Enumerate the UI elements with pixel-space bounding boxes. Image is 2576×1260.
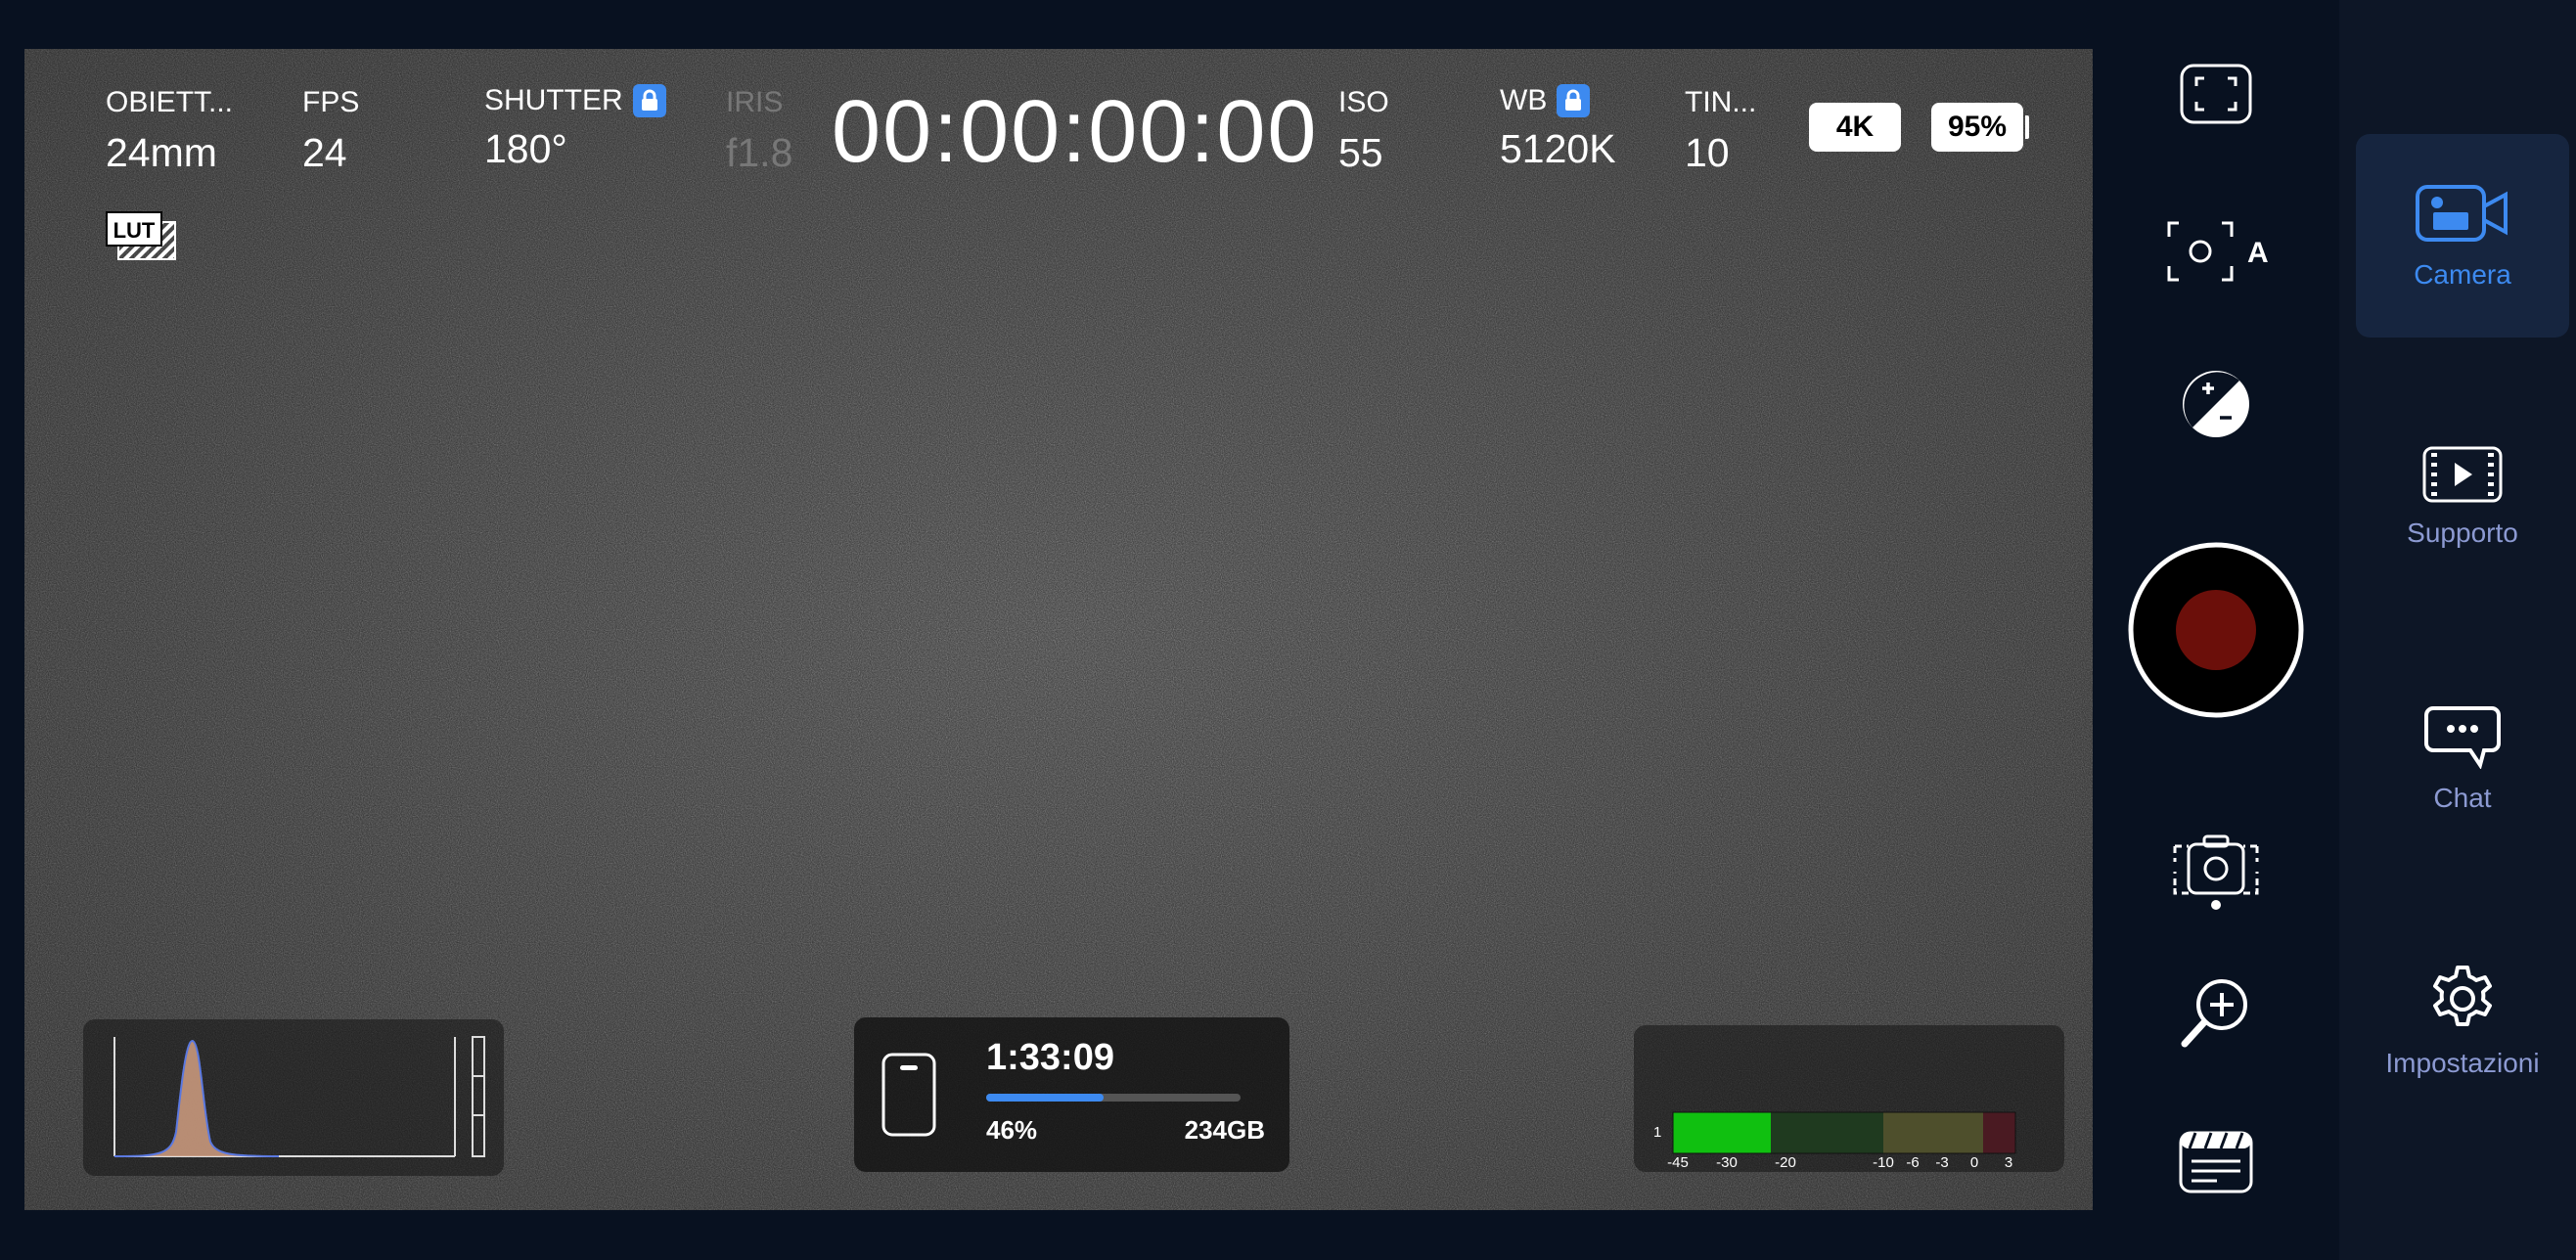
storage-panel[interactable]: 1:33:09 46% 234GB	[854, 1017, 1289, 1172]
wb-param[interactable]: WB 5120K	[1500, 84, 1616, 169]
camera-viewfinder[interactable]: OBIETT... 24mm FPS 24 SHUTTER 180° IRIS …	[24, 49, 2093, 1210]
clapperboard-button[interactable]	[2177, 1128, 2255, 1196]
storage-progress-bar	[986, 1094, 1241, 1102]
iso-value: 55	[1338, 130, 1383, 175]
chat-bubble-icon	[2424, 706, 2501, 769]
fps-param[interactable]: FPS 24	[302, 88, 359, 173]
lut-text: LUT	[113, 218, 156, 243]
fullscreen-button[interactable]	[2169, 59, 2263, 129]
iris-param[interactable]: IRIS f1.8	[726, 88, 792, 173]
audio-scale-tick: 0	[1970, 1154, 1978, 1171]
wb-value: 5120K	[1500, 126, 1616, 171]
zoom-in-icon	[2181, 979, 2247, 1048]
svg-text:A: A	[2247, 237, 2269, 269]
nav-item-camera[interactable]: Camera	[2356, 134, 2569, 338]
audio-scale-tick: -10	[1873, 1154, 1894, 1171]
auto-focus-button[interactable]: A	[2161, 215, 2279, 288]
audio-level-fill	[1673, 1112, 1771, 1153]
nav-label-supporto: Supporto	[2407, 518, 2518, 548]
clapperboard-icon	[2179, 1131, 2253, 1193]
nav-label-camera: Camera	[2414, 259, 2511, 290]
fps-value: 24	[302, 130, 347, 175]
audio-meter: 1 -45 -30 -20 -10 -6 -3 0 3	[1653, 1111, 2016, 1171]
audio-channel-label: 1	[1653, 1124, 1661, 1141]
audio-scale-tick: -3	[1935, 1154, 1948, 1171]
remaining-record-time: 1:33:09	[986, 1037, 1114, 1078]
timecode-display: 00:00:00:00	[832, 83, 1319, 181]
audio-zone-clip	[1983, 1112, 2015, 1153]
nav-item-supporto[interactable]: Supporto	[2356, 395, 2569, 599]
audio-scale-tick: -30	[1716, 1154, 1738, 1171]
iris-label: IRIS	[726, 86, 784, 118]
tint-label: TIN...	[1685, 86, 1757, 118]
side-navigation: Camera Supporto Chat Impostazioni	[2339, 0, 2576, 1260]
storage-capacity: 234GB	[1184, 1115, 1265, 1145]
audio-scale-tick: -20	[1775, 1154, 1796, 1171]
nav-label-chat: Chat	[2433, 783, 2492, 813]
histogram-panel[interactable]	[83, 1019, 504, 1176]
histogram-chart	[113, 1036, 485, 1157]
auto-focus-icon: A	[2167, 221, 2269, 282]
media-play-icon	[2422, 446, 2503, 503]
iso-param[interactable]: ISO 55	[1338, 88, 1389, 173]
shutter-label: SHUTTER	[484, 84, 623, 116]
lens-label: OBIETT...	[106, 86, 234, 118]
tint-value: 10	[1685, 130, 1730, 175]
audio-meter-panel[interactable]: 1 -45 -30 -20 -10 -6 -3 0 3	[1634, 1025, 2064, 1172]
iris-value: f1.8	[726, 130, 793, 175]
storage-progress-fill	[986, 1094, 1104, 1102]
lut-icon[interactable]: LUT	[105, 210, 179, 266]
lock-icon	[632, 84, 666, 117]
lens-value: 24mm	[106, 130, 217, 175]
shutter-param[interactable]: SHUTTER 180°	[484, 84, 666, 169]
phone-icon	[881, 1053, 936, 1137]
audio-scale-tick: -45	[1667, 1154, 1689, 1171]
wb-label: WB	[1500, 84, 1548, 116]
fullscreen-icon	[2180, 64, 2252, 124]
resolution-badge: 4K	[1809, 103, 1901, 152]
exposure-compensation-button[interactable]	[2177, 365, 2255, 443]
audio-scale-tick: -6	[1906, 1154, 1919, 1171]
lens-param[interactable]: OBIETT... 24mm	[106, 88, 233, 173]
audio-scale-tick: 3	[2005, 1154, 2012, 1171]
tint-param[interactable]: TIN... 10	[1685, 88, 1756, 173]
exposure-icon	[2183, 371, 2249, 437]
fps-label: FPS	[302, 86, 360, 118]
zoom-button[interactable]	[2175, 971, 2257, 1054]
gear-icon	[2433, 966, 2492, 1026]
audio-zone-warning	[1883, 1112, 1983, 1153]
nav-label-impostazioni: Impostazioni	[2385, 1048, 2540, 1078]
lock-icon	[1557, 84, 1591, 117]
control-strip: A	[2093, 0, 2339, 1260]
storage-percent: 46%	[986, 1115, 1038, 1145]
iso-label: ISO	[1338, 86, 1389, 118]
video-camera-icon	[2416, 185, 2508, 242]
camera-flip-icon	[2173, 834, 2259, 910]
audio-zone-normal	[1771, 1112, 1883, 1153]
record-button[interactable]	[2127, 541, 2305, 719]
shutter-value: 180°	[484, 126, 567, 171]
camera-flip-button[interactable]	[2167, 825, 2265, 913]
record-icon	[2128, 542, 2304, 718]
battery-nub	[2025, 115, 2029, 139]
nav-item-chat[interactable]: Chat	[2356, 657, 2569, 861]
nav-item-impostazioni[interactable]: Impostazioni	[2356, 920, 2569, 1123]
battery-badge: 95%	[1931, 103, 2023, 152]
